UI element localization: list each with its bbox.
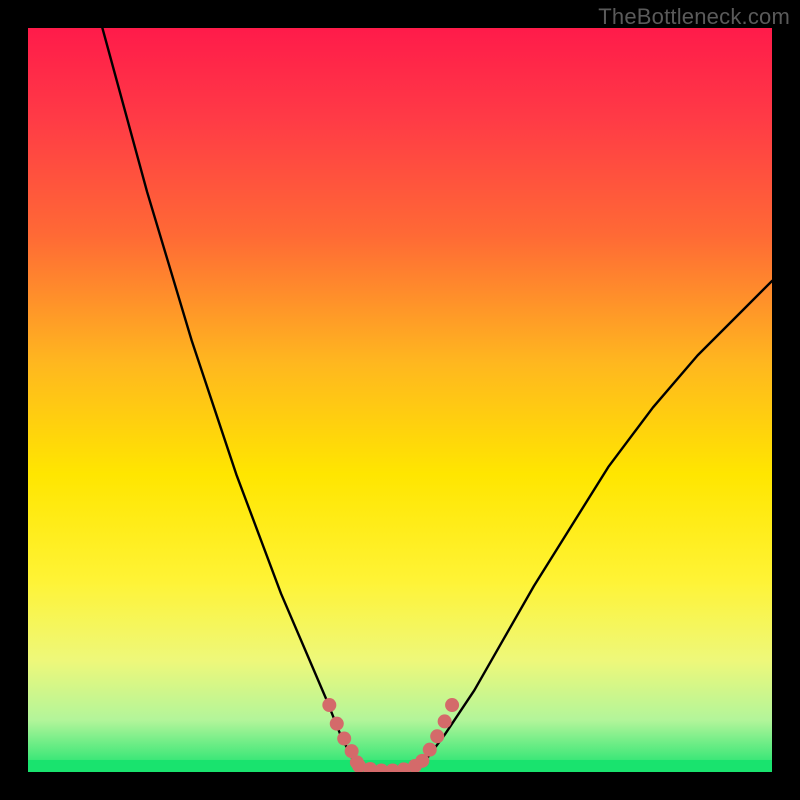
watermark-text: TheBottleneck.com	[598, 4, 790, 30]
highlight-dot	[337, 732, 351, 746]
curve-layer	[28, 28, 772, 772]
chart-stage: TheBottleneck.com	[0, 0, 800, 800]
highlight-dot	[423, 743, 437, 757]
highlight-dots	[322, 698, 459, 772]
highlight-dot	[445, 698, 459, 712]
highlight-dot	[430, 729, 444, 743]
highlight-dot	[438, 714, 452, 728]
highlight-dot	[330, 717, 344, 731]
bottleneck-curve	[102, 28, 772, 772]
highlight-dot	[322, 698, 336, 712]
plot-area	[28, 28, 772, 772]
